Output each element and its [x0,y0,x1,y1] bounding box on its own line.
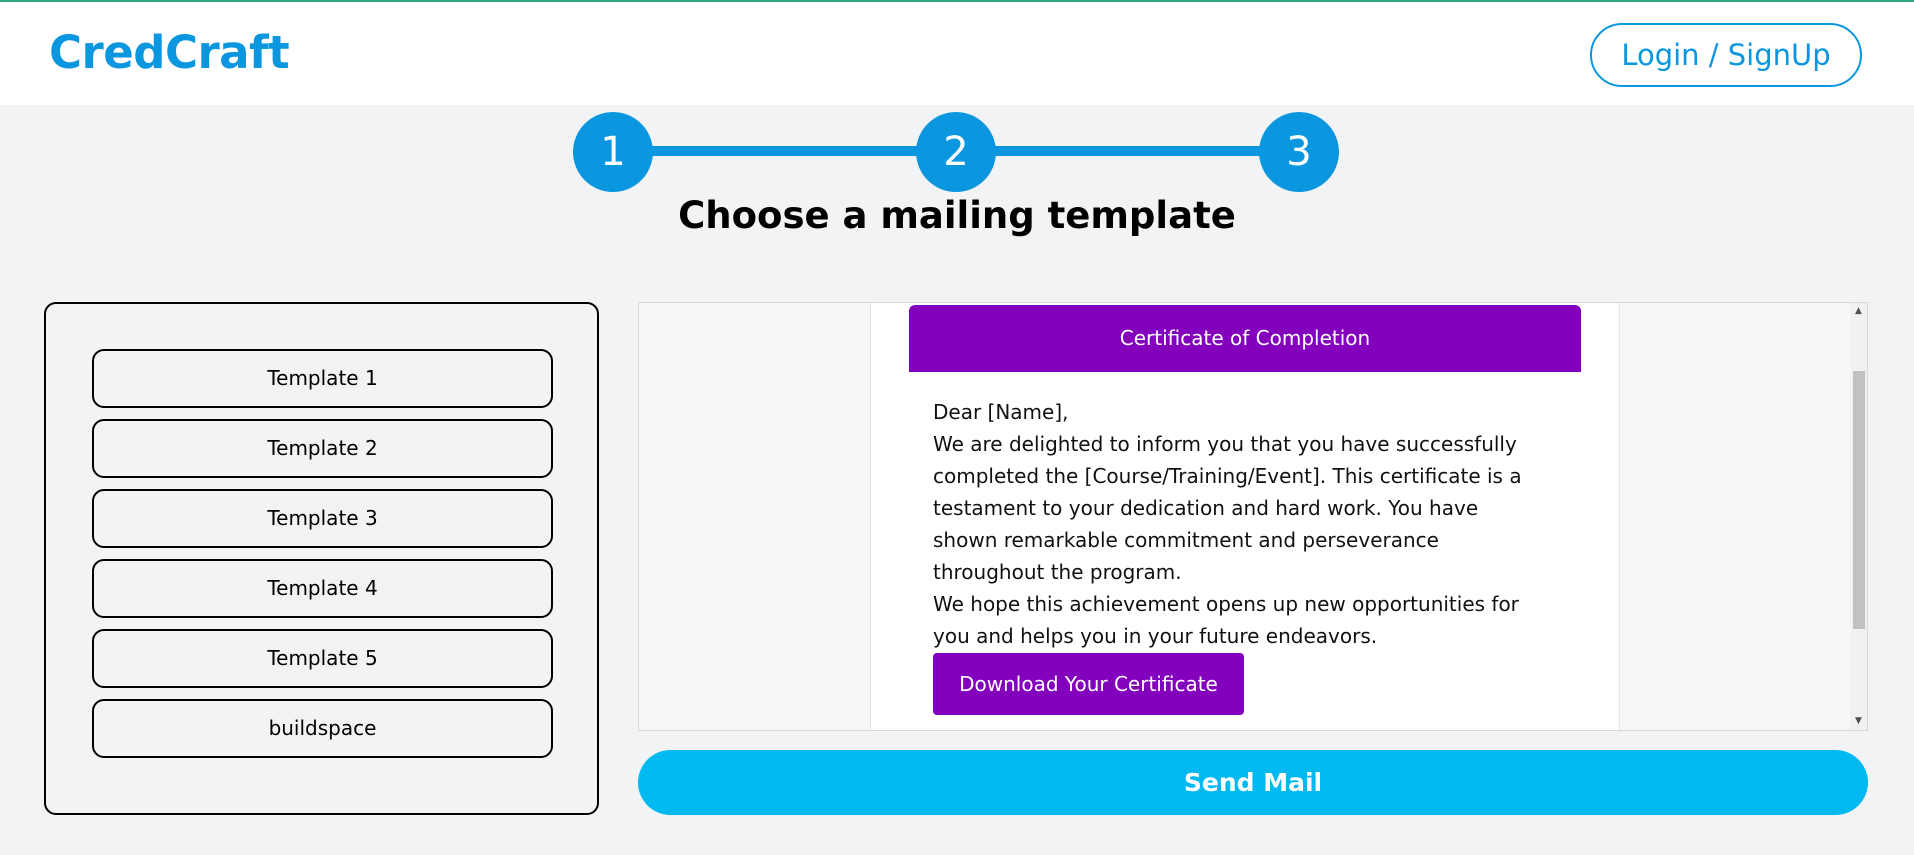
step-3[interactable]: 3 [1259,112,1339,192]
certificate-header: Certificate of Completion [909,305,1581,372]
template-button-5[interactable]: Template 5 [92,629,553,688]
login-signup-button[interactable]: Login / SignUp [1590,23,1862,87]
scrollbar-thumb[interactable] [1853,371,1865,629]
step-1[interactable]: 1 [573,112,653,192]
email-preview-frame[interactable]: Certificate of Completion Dear [Name], W… [638,302,1868,731]
template-button-4[interactable]: Template 4 [92,559,553,618]
template-button-buildspace[interactable]: buildspace [92,699,553,758]
template-button-2[interactable]: Template 2 [92,419,553,478]
preview-scrollbar[interactable]: ▲ ▼ [1850,303,1867,730]
stepper-connector-1-2 [652,146,917,156]
stepper-connector-2-3 [995,146,1260,156]
top-bar: CredCraft Login / SignUp [0,0,1914,105]
email-card: Certificate of Completion Dear [Name], W… [870,303,1620,730]
template-button-1[interactable]: Template 1 [92,349,553,408]
scroll-up-arrow-icon[interactable]: ▲ [1850,303,1867,320]
scroll-down-arrow-icon[interactable]: ▼ [1850,713,1867,730]
email-paragraph-2: We hope this achievement opens up new op… [933,592,1519,648]
email-body: Dear [Name], We are delighted to inform … [933,396,1533,652]
download-certificate-button[interactable]: Download Your Certificate [933,653,1244,715]
app-logo[interactable]: CredCraft [49,26,290,79]
send-mail-button[interactable]: Send Mail [638,750,1868,815]
page-title: Choose a mailing template [678,194,1236,237]
template-button-3[interactable]: Template 3 [92,489,553,548]
template-list-panel: Template 1 Template 2 Template 3 Templat… [44,302,599,815]
email-paragraph-1: We are delighted to inform you that you … [933,432,1522,584]
email-greeting: Dear [Name], [933,400,1069,424]
step-2[interactable]: 2 [916,112,996,192]
